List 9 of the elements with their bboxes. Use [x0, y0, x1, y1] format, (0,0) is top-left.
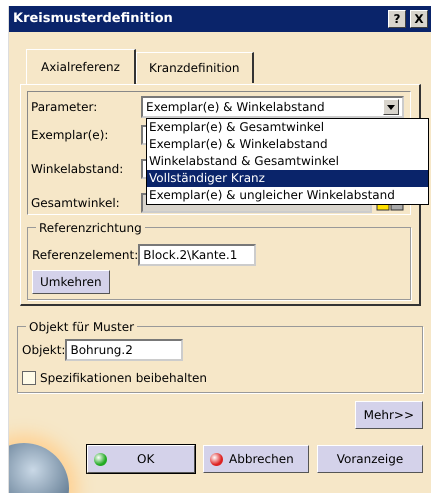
- field-label: Objekt:: [22, 342, 66, 359]
- field-label: Parameter:: [31, 99, 98, 116]
- field-label: Gesamtwinkel:: [31, 195, 121, 212]
- field-label: Winkelabstand:: [31, 161, 124, 178]
- field-label: Referenzelement:: [32, 247, 138, 264]
- window-title: Kreismusterdefinition: [13, 10, 173, 28]
- field-label: Exemplar(e):: [31, 127, 110, 144]
- checkbox-label: Spezifikationen beibehalten: [40, 370, 208, 387]
- dropdown-value: Exemplar(e) & Winkelabstand: [146, 99, 325, 116]
